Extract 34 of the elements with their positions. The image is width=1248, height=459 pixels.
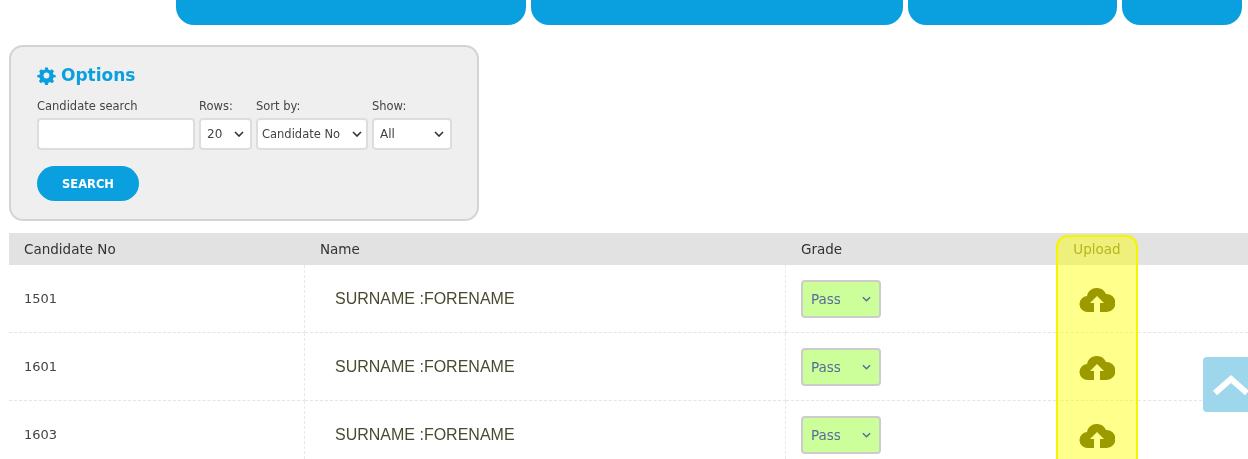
table-cell: 1601	[24, 359, 58, 374]
field-label: Candidate search	[37, 99, 139, 113]
column-header: Upload	[1072, 240, 1122, 259]
show-dropdown[interactable]: All	[372, 118, 452, 150]
nav-button[interactable]	[1122, 0, 1242, 25]
scroll-to-top-button[interactable]	[1203, 357, 1248, 412]
candidate-name: SURNAME :FORENAME	[335, 289, 515, 308]
chevron-down-icon	[862, 431, 871, 438]
table-cell: 1501	[24, 291, 58, 306]
field-label: Show:	[372, 99, 408, 113]
chevron-down-icon	[862, 295, 871, 302]
search-button[interactable]: SEARCH	[37, 166, 139, 201]
nav-button[interactable]	[908, 0, 1117, 25]
candidate-name: SURNAME :FORENAME	[335, 425, 515, 444]
chevron-up-icon	[1211, 372, 1248, 397]
chevron-down-icon	[434, 131, 444, 137]
field-label: Rows:	[199, 99, 234, 113]
grade-dropdown[interactable]: Pass	[801, 347, 881, 386]
field-label: Sort by:	[256, 99, 302, 113]
candidate-search-field[interactable]	[37, 118, 195, 150]
rows-dropdown[interactable]: 20	[199, 118, 252, 150]
chevron-down-icon	[862, 363, 871, 370]
column-header: Grade	[800, 240, 844, 259]
settings-icon	[37, 65, 56, 85]
grade-dropdown[interactable]: Pass	[801, 415, 881, 454]
candidate-name: SURNAME :FORENAME	[335, 357, 515, 376]
chevron-down-icon	[352, 131, 362, 137]
panel-title: Options	[61, 65, 136, 85]
column-header: Candidate No	[23, 240, 117, 259]
column-header: Name	[319, 240, 361, 259]
sort-dropdown[interactable]: Candidate No	[256, 118, 368, 150]
grade-dropdown[interactable]: Pass	[801, 279, 881, 318]
table-cell: 1603	[24, 427, 58, 442]
chevron-down-icon	[234, 131, 244, 137]
